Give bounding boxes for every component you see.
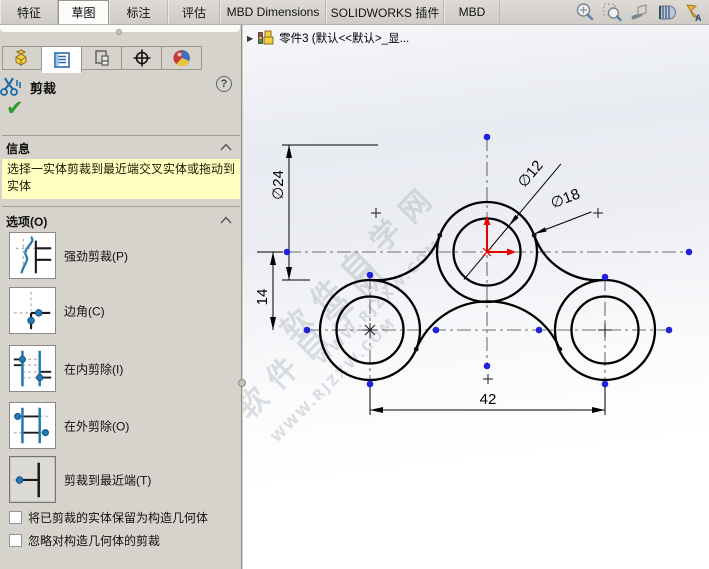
tab-mbd[interactable]: MBD bbox=[444, 0, 500, 24]
dimension-d18[interactable]: ∅18 bbox=[533, 186, 592, 235]
solidworks-window: 特征 草图 标注 评估 MBD Dimensions SOLIDWORKS 插件… bbox=[0, 0, 709, 569]
option-label: 强劲剪裁(P) bbox=[64, 249, 128, 264]
ok-check-icon: ✔ bbox=[6, 97, 24, 120]
trim-away-inside-button[interactable] bbox=[9, 345, 56, 392]
part-icon bbox=[258, 30, 274, 45]
tab-sketch[interactable]: 草图 bbox=[58, 0, 109, 24]
keep-trimmed-as-construction-checkbox[interactable] bbox=[9, 510, 22, 524]
corner-button[interactable] bbox=[9, 287, 56, 334]
power-trim-button[interactable] bbox=[9, 232, 56, 279]
feature-manager-icon bbox=[15, 49, 27, 66]
option-trim-to-closest: 剪裁到最近端(T) bbox=[0, 456, 242, 504]
svg-text:∅24: ∅24 bbox=[270, 170, 287, 200]
help-icon[interactable]: ? bbox=[216, 76, 232, 92]
option-label: 在内剪除(I) bbox=[64, 362, 124, 377]
divider bbox=[2, 135, 240, 136]
sketch-viewport[interactable]: 软件自学网 WWW.RJZXW.COM 软件自学网 WWW.RJZXW.COM bbox=[230, 25, 709, 569]
dimension-42[interactable]: 42 bbox=[369, 384, 606, 415]
info-section-header[interactable]: 信息 bbox=[0, 139, 242, 157]
manager-tab-strip bbox=[2, 46, 202, 73]
edit-appearance-icon[interactable]: A bbox=[681, 2, 705, 23]
checkbox-label: 将已剪裁的实体保留为构造几何体 bbox=[28, 510, 209, 525]
trim-entities-icon bbox=[0, 77, 21, 96]
info-message: 选择一实体剪裁到最近端交叉实体或拖动到实体 bbox=[2, 159, 240, 199]
trim-away-outside-icon bbox=[13, 407, 52, 444]
trim-away-outside-button[interactable] bbox=[9, 402, 56, 449]
power-trim-icon bbox=[15, 236, 52, 274]
feature-tree-flyout[interactable]: ▶ 零件3 (默认<<默认>_显... bbox=[247, 30, 409, 46]
collapse-chevron-icon[interactable] bbox=[220, 143, 232, 151]
ignore-construction-geometry-checkbox[interactable] bbox=[9, 533, 22, 547]
tab-mbd-dimensions[interactable]: MBD Dimensions bbox=[220, 0, 326, 24]
property-manager-header: 剪裁 ? bbox=[0, 75, 242, 99]
heads-up-toolbar: A bbox=[573, 2, 705, 23]
zoom-to-fit-icon[interactable] bbox=[573, 2, 597, 23]
option-trim-away-inside: 在内剪除(I) bbox=[0, 345, 242, 393]
svg-text:42: 42 bbox=[480, 391, 497, 408]
svg-text:14: 14 bbox=[254, 289, 271, 306]
tab-features[interactable]: 特征 bbox=[0, 0, 58, 24]
option-label: 边角(C) bbox=[64, 304, 105, 319]
tab-dimxpert-manager[interactable] bbox=[122, 46, 162, 70]
graphics-area[interactable]: ▶ 零件3 (默认<<默认>_显... 软件自学网 WWW.RJZXW.COM … bbox=[230, 25, 709, 569]
svg-text:∅18: ∅18 bbox=[548, 186, 582, 213]
display-manager-icon bbox=[172, 50, 190, 67]
keep-trimmed-as-construction-row: 将已剪裁的实体保留为构造几何体 bbox=[9, 509, 239, 525]
previous-view-icon[interactable] bbox=[627, 2, 651, 23]
tab-feature-manager-design-tree[interactable] bbox=[2, 46, 42, 70]
tab-display-manager[interactable] bbox=[162, 46, 202, 70]
section-view-icon[interactable] bbox=[654, 2, 678, 23]
option-label: 剪裁到最近端(T) bbox=[64, 473, 152, 488]
dimension-d12[interactable]: ∅12 bbox=[463, 157, 562, 280]
panel-grip-dot[interactable] bbox=[116, 29, 122, 35]
configuration-manager-icon bbox=[94, 50, 109, 66]
collapse-chevron-icon[interactable] bbox=[220, 216, 232, 224]
tab-property-manager[interactable] bbox=[42, 46, 82, 73]
panel-splitter-handle[interactable] bbox=[238, 379, 246, 387]
tab-annotation[interactable]: 标注 bbox=[109, 0, 168, 24]
option-trim-away-outside: 在外剪除(O) bbox=[0, 402, 242, 450]
ok-button[interactable]: ✔ bbox=[6, 98, 66, 122]
option-label: 在外剪除(O) bbox=[64, 419, 130, 434]
tab-evaluate[interactable]: 评估 bbox=[168, 0, 220, 24]
page-title: 剪裁 bbox=[30, 80, 57, 96]
ignore-construction-geometry-row: 忽略对构造几何体的剪裁 bbox=[9, 532, 239, 548]
svg-text:A: A bbox=[695, 13, 702, 23]
option-power-trim: 强劲剪裁(P) bbox=[0, 232, 242, 280]
checkbox-label: 忽略对构造几何体的剪裁 bbox=[28, 533, 161, 548]
left-center-asterisk bbox=[363, 323, 377, 337]
bottom-tangent-arc bbox=[415, 300, 561, 350]
zoom-to-area-icon[interactable] bbox=[600, 2, 624, 23]
option-corner: 边角(C) bbox=[0, 287, 242, 335]
options-section-header[interactable]: 选项(O) bbox=[0, 212, 242, 230]
expand-arrow-icon[interactable]: ▶ bbox=[247, 34, 253, 43]
trim-to-closest-button[interactable] bbox=[9, 456, 56, 503]
right-center-cross bbox=[598, 323, 612, 337]
divider bbox=[2, 206, 240, 207]
part-tree-item: 零件3 (默认<<默认>_显... bbox=[279, 33, 410, 45]
tab-solidworks-addins[interactable]: SOLIDWORKS 插件 bbox=[326, 0, 444, 24]
dimxpert-manager-icon bbox=[133, 49, 150, 67]
corner-icon bbox=[13, 291, 51, 330]
trim-away-inside-icon bbox=[13, 350, 52, 387]
collapsed-command-manager-strip bbox=[0, 25, 240, 35]
property-manager-panel: 剪裁 ? ✔ 信息 选择一实体剪裁到最近端交叉实体或拖动到实体 选项(O) 强劲… bbox=[0, 25, 242, 569]
property-manager-icon bbox=[53, 51, 70, 68]
trim-to-closest-icon bbox=[13, 462, 40, 498]
command-manager-tab-bar: 特征 草图 标注 评估 MBD Dimensions SOLIDWORKS 插件… bbox=[0, 0, 709, 25]
right-tangent-arc bbox=[533, 234, 602, 282]
tab-configuration-manager[interactable] bbox=[82, 46, 122, 70]
